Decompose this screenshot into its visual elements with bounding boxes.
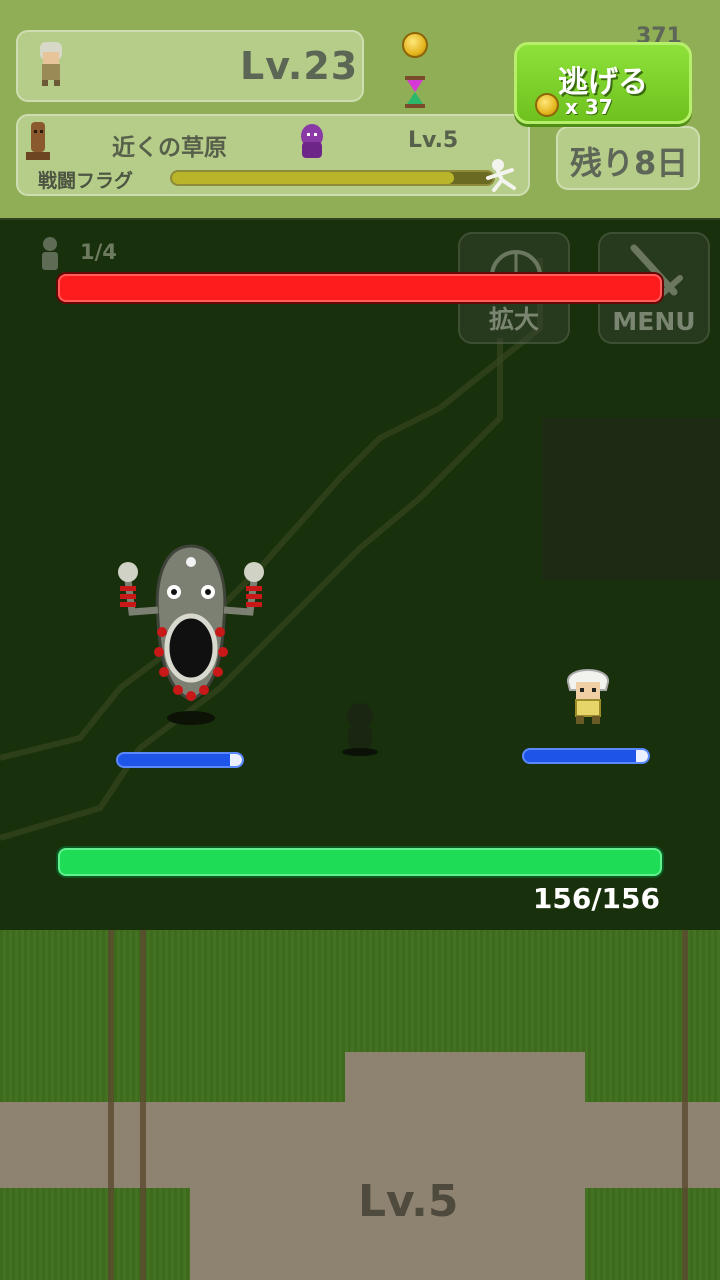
player-hp-bar <box>58 848 662 876</box>
player-hp-text: 156/156 <box>532 882 660 915</box>
area-level: Lv.5 <box>408 128 459 153</box>
gauge-tip <box>636 750 648 762</box>
wave-counter: 1/4 <box>80 240 117 264</box>
menu-button-label: MENU <box>612 307 696 336</box>
map-area-level-label: Lv.5 <box>358 1176 459 1227</box>
battle-flag-gauge <box>170 170 495 186</box>
hero-character <box>560 660 616 726</box>
battle-flag-gauge-fill <box>172 172 455 184</box>
zoom-button-label: 拡大 <box>488 305 539 334</box>
area-totem-icon <box>22 120 54 162</box>
escape-button[interactable]: 逃げる x 37 <box>514 42 692 124</box>
wave-person-icon <box>36 236 64 272</box>
player-avatar-icon <box>30 40 72 88</box>
battle-flag-label: 戦闘フラグ <box>38 170 134 192</box>
gold-coin-icon <box>535 93 559 117</box>
escape-coin-cost: x 37 <box>565 95 613 119</box>
player-level: Lv.23 <box>240 44 359 88</box>
rail-track <box>682 930 688 1280</box>
enemy-hp-bar <box>58 274 662 302</box>
runner-marker-icon <box>484 158 522 192</box>
gold-coin-icon <box>402 32 428 58</box>
rail-track <box>140 930 146 1280</box>
rail-track <box>108 930 114 1280</box>
hero-action-gauge <box>522 748 650 764</box>
shadow-figure <box>338 700 382 756</box>
area-name: 近くの草原 <box>112 135 227 161</box>
enemy-action-gauge <box>116 752 244 768</box>
area-monster-icon <box>296 122 328 160</box>
gauge-tip <box>230 754 242 766</box>
hourglass-icon <box>404 76 426 108</box>
enemy-monster <box>112 540 270 730</box>
days-left: 残り8日 <box>570 144 689 182</box>
